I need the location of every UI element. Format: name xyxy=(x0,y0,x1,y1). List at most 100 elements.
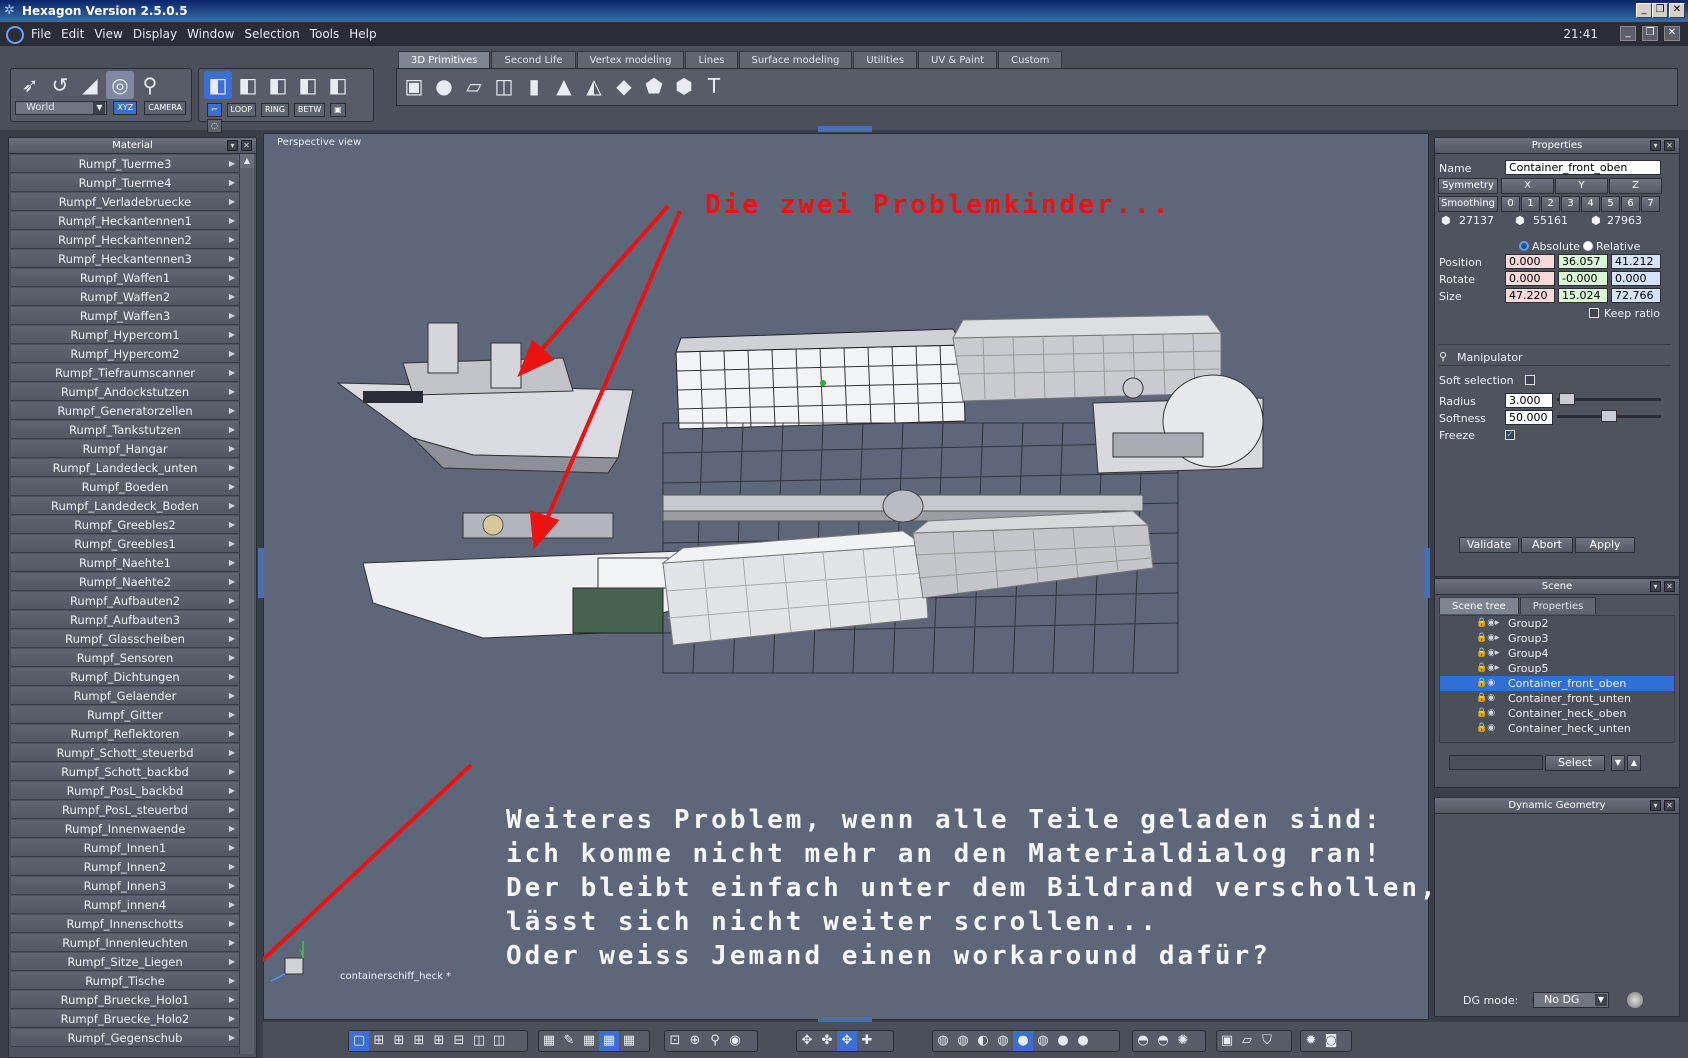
scene-item[interactable]: 🔒◉▸ Group2 xyxy=(1440,616,1674,631)
smooth-wire-icon[interactable]: ◍ xyxy=(1033,1031,1053,1051)
xyz-toggle[interactable]: XYZ xyxy=(113,101,138,115)
absolute-radio[interactable] xyxy=(1519,241,1529,251)
visibility-lock-icon[interactable]: 🔒◉▸ xyxy=(1476,616,1500,631)
size-z[interactable]: 72.766 xyxy=(1611,288,1661,303)
material-item[interactable]: Rumpf_Naehte1 ▶ xyxy=(11,554,239,572)
symmetry-y[interactable]: Y xyxy=(1555,178,1608,194)
render-icon[interactable]: ✹ xyxy=(1301,1031,1321,1051)
expand-arrow-icon[interactable]: ▶ xyxy=(229,687,235,705)
chevron-down-icon[interactable]: ▼ xyxy=(93,102,106,114)
expand-arrow-icon[interactable]: ▶ xyxy=(229,649,235,667)
visibility-lock-icon[interactable]: 🔒◉ xyxy=(1476,721,1495,736)
expand-arrow-icon[interactable]: ▶ xyxy=(229,782,235,800)
material-item[interactable]: Rumpf_Bruecke_Holo1 ▶ xyxy=(11,991,239,1009)
expand-arrow-icon[interactable]: ▶ xyxy=(229,231,235,249)
material-item[interactable]: Rumpf_innen4 ▶ xyxy=(11,896,239,914)
visibility-lock-icon[interactable]: 🔒◉ xyxy=(1476,706,1495,721)
position-x[interactable]: 0.000 xyxy=(1505,254,1555,269)
pyramid-icon[interactable]: ◭ xyxy=(580,72,608,100)
container-front-oben[interactable] xyxy=(675,328,966,430)
smoothing-level[interactable]: 1 xyxy=(1521,196,1540,212)
material-item[interactable]: Rumpf_Dichtungen ▶ xyxy=(11,668,239,686)
cone-icon[interactable]: ▲ xyxy=(550,72,578,100)
material-item[interactable]: Rumpf_Innen2 ▶ xyxy=(11,858,239,876)
tab-utilities[interactable]: Utilities xyxy=(853,51,918,68)
abort-button[interactable]: Abort xyxy=(1521,537,1573,553)
menu-help[interactable]: Help xyxy=(344,22,381,46)
shadow-icon[interactable]: ◓ xyxy=(1153,1031,1173,1051)
chevron-up-icon[interactable]: ▲ xyxy=(1627,755,1641,771)
panel-menu-icon[interactable]: ▾ xyxy=(1650,140,1661,151)
select-edge-icon[interactable]: ◧ xyxy=(264,71,292,99)
expand-arrow-icon[interactable]: ▶ xyxy=(229,155,235,173)
expand-arrow-icon[interactable]: ▶ xyxy=(229,383,235,401)
material-item[interactable]: Rumpf_Greebles1 ▶ xyxy=(11,535,239,553)
magnet-tool-icon[interactable]: ⚲ xyxy=(136,71,164,99)
expand-arrow-icon[interactable]: ▶ xyxy=(229,592,235,610)
material-item[interactable]: Rumpf_Glasscheiben ▶ xyxy=(11,630,239,648)
expand-arrow-icon[interactable]: ▶ xyxy=(229,478,235,496)
panel-close-icon[interactable]: ✕ xyxy=(1664,581,1675,592)
expand-arrow-icon[interactable]: ▶ xyxy=(229,1010,235,1028)
dg-sphere-icon[interactable] xyxy=(1627,992,1643,1008)
apply-button[interactable]: Apply xyxy=(1575,537,1635,553)
plane-icon[interactable]: ▱ xyxy=(460,72,488,100)
material-item[interactable]: Rumpf_Landedeck_unten ▶ xyxy=(11,459,239,477)
dodecahedron-icon[interactable]: ⬟ xyxy=(640,72,668,100)
doc-minimize-icon[interactable]: _ xyxy=(1620,26,1636,41)
scale-tool-icon[interactable]: ◢ xyxy=(76,71,104,99)
scene-item[interactable]: 🔒◉▸ Group3 xyxy=(1440,631,1674,646)
tab-3d-primitives[interactable]: 3D Primitives xyxy=(398,51,491,68)
menu-window[interactable]: Window xyxy=(182,22,239,46)
freeze-checkbox[interactable]: ✓ xyxy=(1505,430,1515,440)
expand-arrow-icon[interactable]: ▶ xyxy=(229,858,235,876)
doc-close-icon[interactable]: ✕ xyxy=(1664,26,1680,41)
tab-custom[interactable]: Custom xyxy=(998,51,1063,68)
material-item[interactable]: Rumpf_Waffen3 ▶ xyxy=(11,307,239,325)
minimize-icon[interactable]: _ xyxy=(1636,3,1652,18)
scroll-up-icon[interactable]: ▲ xyxy=(240,154,254,168)
material-item[interactable]: Rumpf_Innenwaende ▶ xyxy=(11,820,239,838)
panel-close-icon[interactable]: ✕ xyxy=(1664,140,1675,151)
expand-arrow-icon[interactable]: ▶ xyxy=(229,440,235,458)
diamond-icon[interactable]: ◆ xyxy=(610,72,638,100)
select-arrow-icon[interactable]: ➶ xyxy=(16,71,44,99)
material-item[interactable]: Rumpf_Waffen1 ▶ xyxy=(11,269,239,287)
doc-restore-icon[interactable]: ❐ xyxy=(1642,26,1658,41)
material-item[interactable]: Rumpf_Bruecke_Holo2 ▶ xyxy=(11,1010,239,1028)
material-item[interactable]: Rumpf_Hypercom2 ▶ xyxy=(11,345,239,363)
relative-radio[interactable] xyxy=(1583,241,1593,251)
expand-arrow-icon[interactable]: ▶ xyxy=(229,725,235,743)
expand-arrow-icon[interactable]: ▶ xyxy=(229,991,235,1009)
menu-edit[interactable]: Edit xyxy=(56,22,89,46)
select-vertex-icon[interactable]: ◧ xyxy=(294,71,322,99)
expand-arrow-icon[interactable]: ▶ xyxy=(229,972,235,990)
expand-arrow-icon[interactable]: ▶ xyxy=(229,877,235,895)
expand-arrow-icon[interactable]: ▶ xyxy=(229,763,235,781)
flat-wire-icon[interactable]: ◍ xyxy=(993,1031,1013,1051)
symmetry-button[interactable]: Symmetry xyxy=(1438,178,1498,194)
expand-arrow-icon[interactable]: ▶ xyxy=(229,934,235,952)
texture-grid-icon[interactable]: ▦ xyxy=(599,1031,619,1051)
expand-arrow-icon[interactable]: ▶ xyxy=(229,535,235,553)
scene-item[interactable]: 🔒◉▸ Group4 xyxy=(1440,646,1674,661)
material-item[interactable]: Rumpf_Sensoren ▶ xyxy=(11,649,239,667)
menu-tools[interactable]: Tools xyxy=(305,22,345,46)
expand-arrow-icon[interactable]: ▶ xyxy=(229,174,235,192)
smoothing-level[interactable]: 4 xyxy=(1581,196,1600,212)
material-item[interactable]: Rumpf_Innenleuchten ▶ xyxy=(11,934,239,952)
orbit-icon[interactable]: ✤ xyxy=(817,1031,837,1051)
material-item[interactable]: Rumpf_Gegenschub ▶ xyxy=(11,1029,239,1047)
symmetry-x[interactable]: X xyxy=(1501,178,1554,194)
cube-icon[interactable]: ▣ xyxy=(400,72,428,100)
coordinate-system-select[interactable]: World ▼ xyxy=(15,101,108,115)
expand-arrow-icon[interactable]: ▶ xyxy=(229,744,235,762)
material-item[interactable]: Rumpf_Tuerme3 ▶ xyxy=(11,155,239,173)
top-collapse-handle[interactable] xyxy=(818,126,872,132)
light-blue-icon[interactable]: ✺ xyxy=(1173,1031,1193,1051)
rotate-y[interactable]: -0.000 xyxy=(1558,271,1608,286)
expand-arrow-icon[interactable]: ▶ xyxy=(229,554,235,572)
material-item[interactable]: Rumpf_Aufbauten3 ▶ xyxy=(11,611,239,629)
softness-slider-handle[interactable] xyxy=(1601,410,1617,422)
universal-manipulator-icon[interactable]: ◎ xyxy=(106,71,134,99)
